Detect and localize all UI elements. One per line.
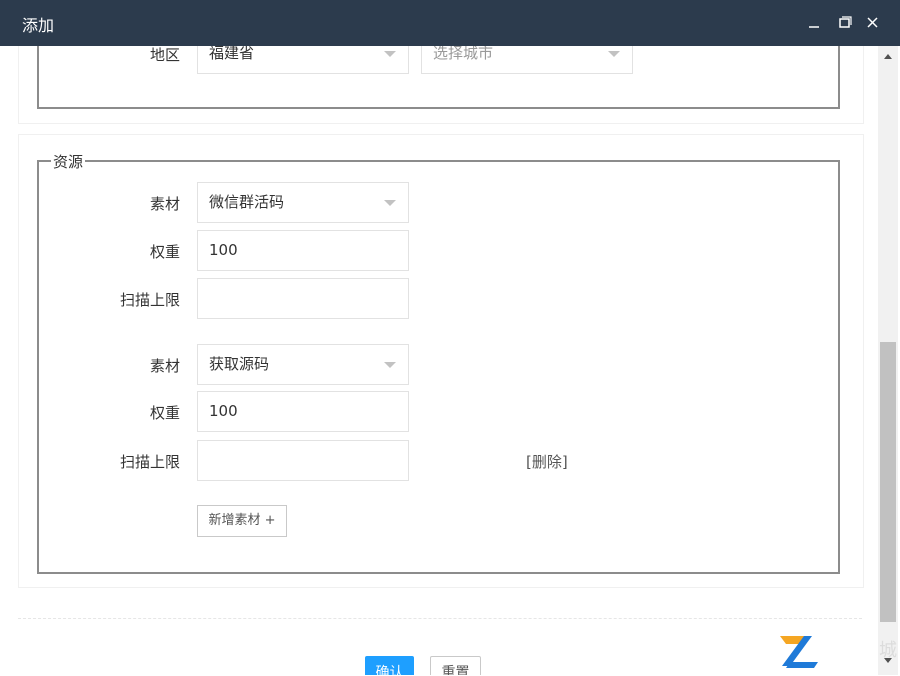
scan-limit-input[interactable] [197, 440, 409, 481]
dialog-content: 地区 福建省 选择城市 资源 素材 微信群活码 权重 100 扫描上限 素材 获… [0, 46, 878, 675]
chevron-down-icon [384, 200, 396, 206]
scan-limit-label: 扫描上限 [119, 291, 180, 309]
zl-logo-icon [776, 632, 822, 672]
chevron-down-icon [384, 51, 396, 57]
minimize-icon[interactable] [806, 14, 824, 32]
close-icon[interactable] [864, 14, 882, 32]
city-select[interactable]: 选择城市 [421, 46, 633, 74]
material-value: 获取源码 [209, 355, 270, 373]
maximize-icon[interactable] [836, 14, 854, 32]
city-placeholder: 选择城市 [433, 46, 494, 62]
scrollbar-thumb[interactable] [880, 342, 896, 622]
material-label: 素材 [149, 195, 180, 213]
scan-limit-input[interactable] [197, 278, 409, 319]
weight-label: 权重 [149, 404, 180, 422]
watermark-text: 城 [879, 640, 897, 661]
weight-label: 权重 [149, 243, 180, 261]
vertical-scrollbar[interactable] [878, 46, 898, 675]
scan-limit-label: 扫描上限 [119, 453, 180, 471]
chevron-down-icon [608, 51, 620, 57]
window-titlebar: 添加 [0, 0, 900, 46]
delete-material-link[interactable]: [删除] [526, 451, 568, 472]
window-title: 添加 [22, 16, 55, 35]
add-material-button[interactable]: 新增素材 + [197, 505, 287, 537]
weight-input[interactable]: 100 [197, 230, 409, 271]
divider [18, 618, 862, 619]
material-select[interactable]: 获取源码 [197, 344, 409, 385]
material-select[interactable]: 微信群活码 [197, 182, 409, 223]
region-label: 地区 [149, 46, 180, 64]
confirm-button[interactable]: 确认 [365, 656, 414, 675]
resources-legend: 资源 [51, 151, 86, 172]
scroll-up-icon[interactable] [884, 54, 892, 59]
province-value: 福建省 [209, 46, 255, 62]
material-value: 微信群活码 [209, 193, 285, 211]
reset-button[interactable]: 重置 [430, 656, 481, 675]
material-label: 素材 [149, 357, 180, 375]
chevron-down-icon [384, 362, 396, 368]
province-select[interactable]: 福建省 [197, 46, 409, 74]
weight-input[interactable]: 100 [197, 391, 409, 432]
